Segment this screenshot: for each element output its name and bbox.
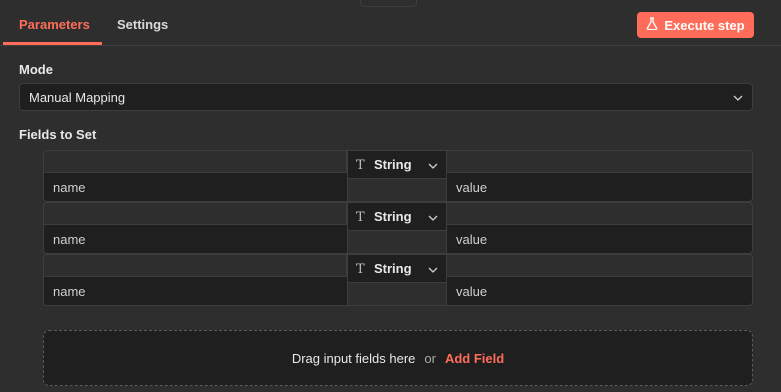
field-row-frame [43, 254, 347, 276]
field-row-frame [446, 150, 753, 172]
drop-hint: Drag input fields here [291, 350, 416, 366]
flask-icon [646, 17, 658, 33]
field-row-frame [347, 231, 447, 254]
field-row-frame [347, 179, 447, 202]
field-value-input[interactable]: value [446, 224, 753, 254]
field-value-input[interactable]: value [446, 172, 753, 202]
or-text: or [424, 350, 436, 366]
field-name-input[interactable]: name [43, 172, 348, 202]
type-select[interactable]: T String [347, 254, 447, 283]
field-name-input[interactable]: name [43, 276, 348, 306]
execute-step-button[interactable]: Execute step [637, 12, 754, 38]
tab-bar: Parameters Settings Execute step [0, 0, 781, 46]
field-row-frame [43, 150, 347, 172]
type-select[interactable]: T String [347, 150, 447, 179]
field-row: T String name value [43, 254, 753, 306]
mode-selected-value: Manual Mapping [29, 90, 126, 105]
mode-select[interactable]: Manual Mapping [19, 83, 753, 111]
field-name-input[interactable]: name [43, 224, 348, 254]
text-type-icon: T [356, 210, 365, 225]
tab-parameters[interactable]: Parameters [19, 17, 90, 32]
field-row-frame [446, 202, 753, 224]
text-type-icon: T [356, 158, 365, 173]
active-tab-indicator [3, 42, 102, 45]
text-type-icon: T [356, 262, 365, 277]
mode-label: Mode [19, 62, 53, 77]
add-field-link[interactable]: Add Field [445, 351, 504, 366]
type-select[interactable]: T String [347, 202, 447, 231]
type-label: String [374, 157, 412, 172]
type-label: String [374, 209, 412, 224]
field-row-frame [347, 283, 447, 306]
tab-settings[interactable]: Settings [117, 17, 168, 32]
field-row: T String name value [43, 202, 753, 254]
fields-to-set-label: Fields to Set [19, 127, 97, 142]
drop-zone[interactable]: Drag input fields here or Add Field [43, 330, 753, 386]
field-row-frame [43, 202, 347, 224]
type-label: String [374, 261, 412, 276]
field-value-input[interactable]: value [446, 276, 753, 306]
field-row: T String name value [43, 150, 753, 202]
field-row-frame [446, 254, 753, 276]
execute-step-label: Execute step [664, 17, 745, 33]
